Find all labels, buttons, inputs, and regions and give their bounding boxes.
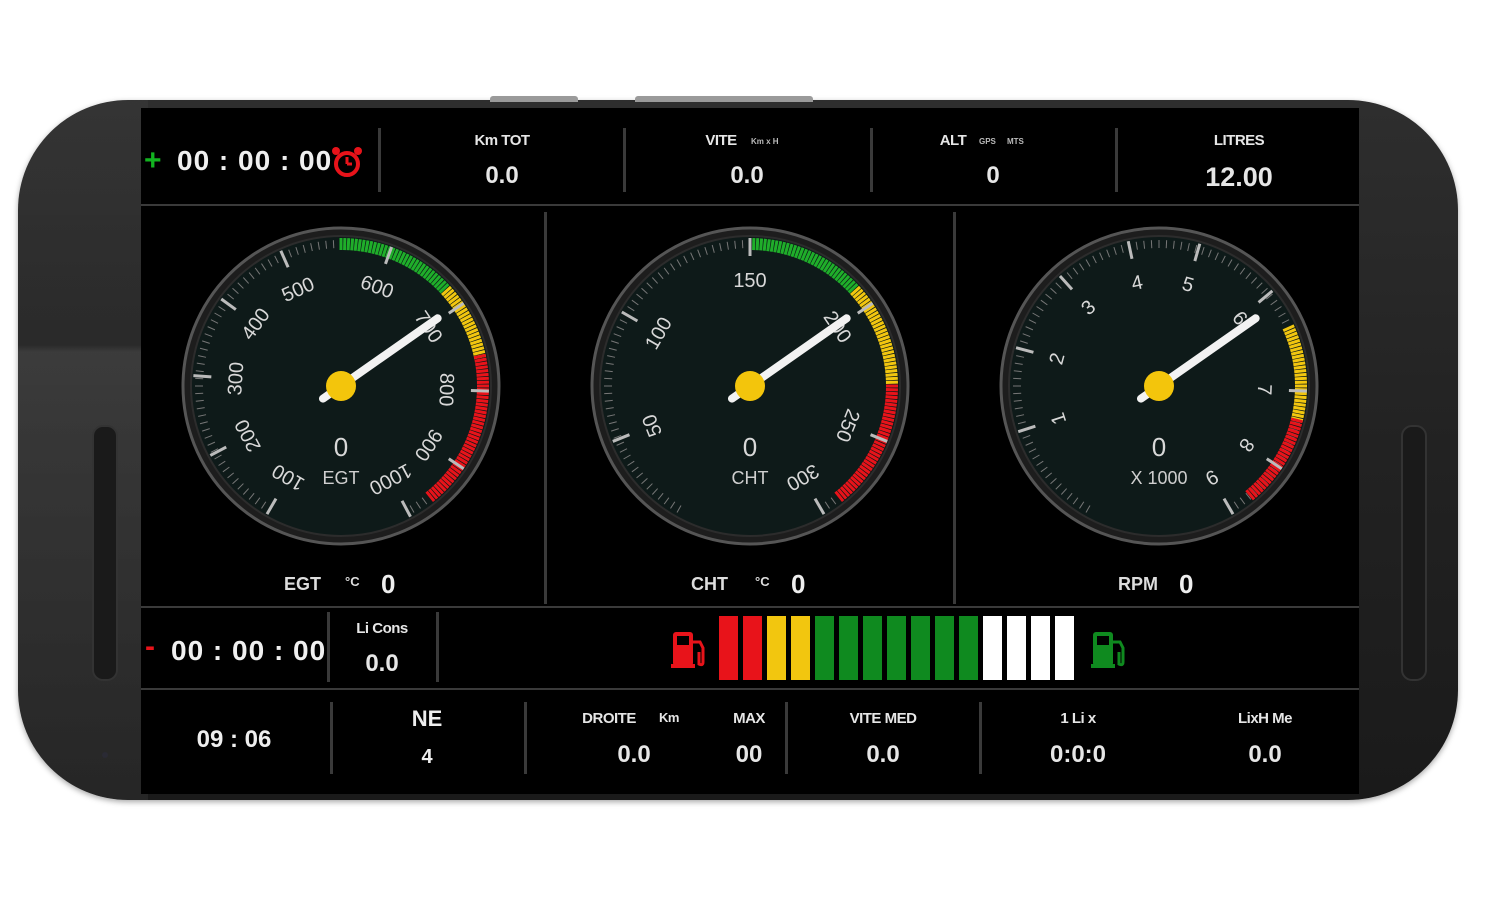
gauge-zone-mark xyxy=(1294,391,1307,396)
li-cons-value: 0.0 xyxy=(365,650,399,677)
egt-reading-value: 0 xyxy=(381,569,396,599)
proximity-sensor xyxy=(102,752,108,758)
gauge-zone-mark xyxy=(1293,361,1306,367)
gauge-major-tick xyxy=(1288,389,1307,393)
fuel-level-segment xyxy=(791,616,810,680)
max-value: 00 xyxy=(735,741,763,768)
lixh-label: LixH Me xyxy=(1237,710,1293,727)
fuel-level-segment xyxy=(911,616,930,680)
divider-bottom xyxy=(141,688,1359,690)
gauge-zone-mark xyxy=(1293,365,1306,370)
gauge-hub xyxy=(1144,371,1174,401)
fuel-level-segment xyxy=(959,616,978,680)
fuel-level-segment xyxy=(1055,616,1074,680)
fuel-level-segment xyxy=(767,616,786,680)
minus-icon[interactable]: - xyxy=(145,630,155,664)
volume-button xyxy=(490,96,578,102)
fuel-level-segment xyxy=(1031,616,1050,680)
cht-reading-unit: °C xyxy=(755,574,770,589)
fuel-level-segment xyxy=(1007,616,1026,680)
gauge-zone-mark xyxy=(1294,398,1307,403)
gauge-zone-mark xyxy=(1293,402,1306,407)
fuel-level-segment xyxy=(863,616,882,680)
phone-gloss xyxy=(18,100,148,800)
droite-unit: Km xyxy=(659,710,679,725)
divider-v xyxy=(330,702,333,774)
gauge-zone-mark xyxy=(1294,372,1307,377)
droite-label: DROITE xyxy=(582,710,636,727)
divider-v xyxy=(524,702,527,774)
droite-value: 0.0 xyxy=(617,741,651,768)
divider-v xyxy=(436,612,439,682)
ne-value: 4 xyxy=(421,746,433,768)
max-label: MAX xyxy=(733,710,765,727)
fuel-pump-icon xyxy=(671,632,705,668)
gauge-zone-mark xyxy=(1294,395,1307,400)
rpm-gauge: 1234 567890X 1000 xyxy=(999,226,1319,546)
cht-reading-value: 0 xyxy=(791,569,806,599)
li-cons-label: Li Cons xyxy=(356,620,408,637)
rpm-reading-value: 0 xyxy=(1179,569,1194,599)
app-screen: + 00 : 00 : 00 Km TOT 0.0 VITE Km x H 0.… xyxy=(141,108,1359,794)
fuel-level-segment xyxy=(839,616,858,680)
right-speaker-grille xyxy=(1401,425,1427,681)
fuel-level-segment xyxy=(887,616,906,680)
gauge-dial-label: X 1000 xyxy=(1130,468,1187,488)
power-button xyxy=(635,96,813,102)
fuel-level-segment xyxy=(815,616,834,680)
vite-med-label: VITE MED xyxy=(849,710,917,727)
cht-reading-label: CHT xyxy=(691,574,728,594)
fuel-level-segment xyxy=(719,616,738,680)
egt-reading-unit: °C xyxy=(345,574,360,589)
egt-reading-label: EGT xyxy=(284,574,322,594)
fuel-level-segment xyxy=(743,616,762,680)
stop-timer: 00 : 00 : 00 xyxy=(171,635,327,666)
fuel-level-segment xyxy=(983,616,1002,680)
left-speaker-grille xyxy=(92,425,118,681)
li-x-value: 0:0:0 xyxy=(1049,741,1107,768)
gauge-zone-mark xyxy=(1294,369,1307,374)
clock: 09 : 06 xyxy=(196,726,272,753)
gauge-zone-mark xyxy=(1293,405,1306,411)
fuel-level-segment xyxy=(935,616,954,680)
divider-v xyxy=(785,702,788,774)
gauge-tick-label: 7 xyxy=(1253,384,1275,396)
fuel-pump-icon xyxy=(1091,632,1125,668)
gauge-zone-mark xyxy=(1294,376,1307,381)
divider-v xyxy=(979,702,982,774)
lixh-value: 0.0 xyxy=(1248,741,1282,768)
divider-v xyxy=(327,612,330,682)
rpm-reading-label: RPM xyxy=(1118,574,1158,594)
ne-label: NE xyxy=(411,706,443,731)
li-x-label: 1 Li x xyxy=(1060,710,1096,727)
gauge-dial-value: 0 xyxy=(1152,432,1166,462)
vite-med-value: 0.0 xyxy=(866,741,900,768)
